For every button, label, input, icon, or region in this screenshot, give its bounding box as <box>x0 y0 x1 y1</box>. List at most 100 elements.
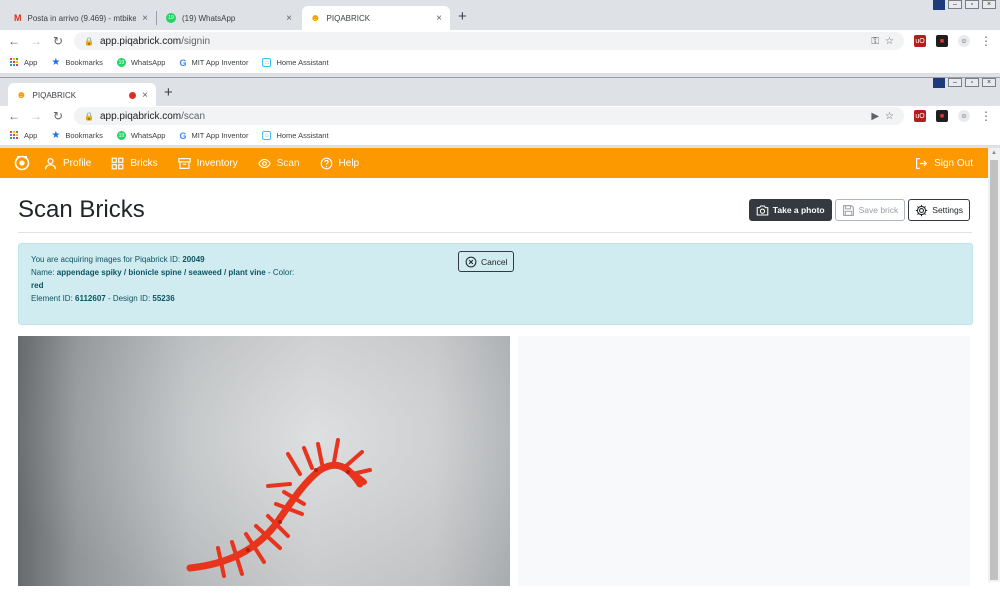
bookmark-label: MIT App Inventor <box>191 131 249 140</box>
tab-piqabrick[interactable]: ☻ PIQABRICK × <box>302 6 450 30</box>
tab-gmail[interactable]: M Posta in arrivo (9.469) - mtbike.rid × <box>6 6 156 30</box>
monitor-icon <box>933 0 945 10</box>
browser-window-background: M Posta in arrivo (9.469) - mtbike.rid ×… <box>0 0 1000 77</box>
piqabrick-logo-icon <box>14 155 30 171</box>
tab-title: PIQABRICK <box>32 90 77 100</box>
eye-icon <box>257 158 271 168</box>
settings-button[interactable]: Settings <box>908 199 970 221</box>
bookmark-label: App <box>24 131 38 140</box>
nav-label: Help <box>338 157 360 169</box>
bookmark-home-assistant[interactable]: ⌂ Home Assistant <box>262 131 329 140</box>
bookmark-whatsapp[interactable]: 19 WhatsApp <box>116 58 165 67</box>
nav-item-inventory[interactable]: Inventory <box>177 157 238 170</box>
address-bar[interactable]: 🔒 app.piqabrick.com/signin ⚿ ☆ <box>74 32 904 50</box>
forward-icon[interactable]: → <box>30 109 42 123</box>
new-tab-button[interactable]: + <box>164 84 173 101</box>
save-brick-button[interactable]: Save brick <box>834 199 906 221</box>
scrollbar-thumb[interactable] <box>990 160 998 580</box>
star-icon: ★ <box>51 57 61 68</box>
google-icon: G <box>179 57 187 68</box>
close-window-button[interactable]: × <box>982 0 996 9</box>
button-label: Settings <box>932 205 963 215</box>
minimize-button[interactable]: – <box>948 78 962 87</box>
alert-text: - Color: <box>265 268 295 277</box>
bookmark-apps[interactable]: App <box>10 131 37 140</box>
close-icon[interactable]: × <box>436 13 442 24</box>
reload-icon[interactable]: ↻ <box>52 34 64 48</box>
nav-item-help[interactable]: Help <box>320 157 360 170</box>
piqabrick-id: 20049 <box>182 255 205 264</box>
bookmark-mit-app-inventor[interactable]: G MIT App Inventor <box>179 131 248 141</box>
page-viewport: Profile Bricks Inventory Scan Help Sign … <box>0 148 1000 611</box>
google-icon: G <box>179 130 187 141</box>
apps-grid-icon <box>10 131 19 140</box>
maximize-button[interactable]: ▫ <box>965 0 979 9</box>
star-icon[interactable]: ☆ <box>885 36 894 47</box>
tab-whatsapp[interactable]: 19 (19) WhatsApp × <box>158 6 300 30</box>
close-icon[interactable]: × <box>286 13 292 24</box>
browser-toolbar: ← → ↻ 🔒 app.piqabrick.com/signin ⚿ ☆ uO … <box>0 30 1000 52</box>
camera-icon <box>756 205 769 215</box>
ublock-icon[interactable]: uO <box>914 35 926 47</box>
address-bar[interactable]: 🔒 app.piqabrick.com/scan ▶ ☆ <box>74 107 904 125</box>
close-window-button[interactable]: × <box>982 78 996 87</box>
scan-side-panel <box>518 336 970 586</box>
brick-color: red <box>31 281 44 290</box>
scroll-up-icon[interactable]: ▲ <box>988 148 1000 158</box>
bookmark-whatsapp[interactable]: 19 WhatsApp <box>116 131 165 140</box>
monitor-icon <box>933 78 945 88</box>
home-assistant-icon: ⌂ <box>262 58 272 67</box>
alert-text: Name: <box>31 268 57 277</box>
cancel-button[interactable]: Cancel <box>458 251 515 272</box>
bookmark-mit-app-inventor[interactable]: G MIT App Inventor <box>179 58 248 68</box>
close-icon[interactable]: × <box>142 90 148 101</box>
alert-text: Element ID: <box>31 294 76 303</box>
bookmark-apps[interactable]: App <box>10 58 37 67</box>
back-icon[interactable]: ← <box>8 109 20 123</box>
forward-icon[interactable]: → <box>30 34 42 48</box>
profile-avatar-icon[interactable]: ☺ <box>958 35 970 47</box>
page-actions: Take a photo Save brick Settings <box>748 199 970 221</box>
extension-icon[interactable]: ■ <box>936 35 948 47</box>
bookmark-home-assistant[interactable]: ⌂ Home Assistant <box>262 58 329 67</box>
star-icon[interactable]: ☆ <box>885 111 894 122</box>
close-icon[interactable]: × <box>142 13 148 24</box>
bookmark-label: App <box>24 58 38 67</box>
maximize-button[interactable]: ▫ <box>965 78 979 87</box>
tab-piqabrick[interactable]: ☻ PIQABRICK × <box>8 83 156 107</box>
extension-icon[interactable]: ■ <box>936 110 948 122</box>
menu-dots-icon[interactable]: ⋮ <box>980 34 992 48</box>
camera-icon[interactable]: ▶ <box>871 111 879 122</box>
bookmark-bookmarks[interactable]: ★ Bookmarks <box>51 130 102 141</box>
new-tab-button[interactable]: + <box>458 8 467 25</box>
nav-item-profile[interactable]: Profile <box>44 157 91 170</box>
sign-out-icon <box>916 157 928 169</box>
title-divider <box>18 232 972 233</box>
ublock-icon[interactable]: uO <box>914 110 926 122</box>
name-line: Name: appendage spiky / bionicle spine /… <box>31 266 341 279</box>
minimize-button[interactable]: – <box>948 0 962 9</box>
nav-item-scan[interactable]: Scan <box>257 157 300 170</box>
nav-item-sign-out[interactable]: Sign Out <box>915 157 973 170</box>
help-circle-icon <box>320 157 332 169</box>
menu-dots-icon[interactable]: ⋮ <box>980 109 992 123</box>
page-title: Scan Bricks <box>18 196 145 223</box>
tab-title: PIQABRICK <box>326 13 371 23</box>
nav-label: Scan <box>276 157 300 169</box>
home-assistant-icon: ⌂ <box>262 131 272 140</box>
take-photo-button[interactable]: Take a photo <box>748 199 832 221</box>
app-navbar: Profile Bricks Inventory Scan Help Sign … <box>0 148 988 178</box>
page-scrollbar[interactable]: ▲ <box>988 148 1000 582</box>
bookmark-label: Bookmarks <box>65 131 103 140</box>
reload-icon[interactable]: ↻ <box>52 109 64 123</box>
piqabrick-logo[interactable] <box>0 155 44 171</box>
nav-item-bricks[interactable]: Bricks <box>111 157 158 170</box>
key-icon[interactable]: ⚿ <box>871 36 879 47</box>
url-text: app.piqabrick.com/signin <box>99 35 211 47</box>
bookmark-bookmarks[interactable]: ★ Bookmarks <box>51 57 102 68</box>
profile-avatar-icon[interactable]: ☺ <box>958 110 970 122</box>
lock-icon: 🔒 <box>84 111 94 121</box>
nav-label: Profile <box>63 157 92 169</box>
nav-label: Bricks <box>130 157 158 169</box>
back-icon[interactable]: ← <box>8 34 20 48</box>
